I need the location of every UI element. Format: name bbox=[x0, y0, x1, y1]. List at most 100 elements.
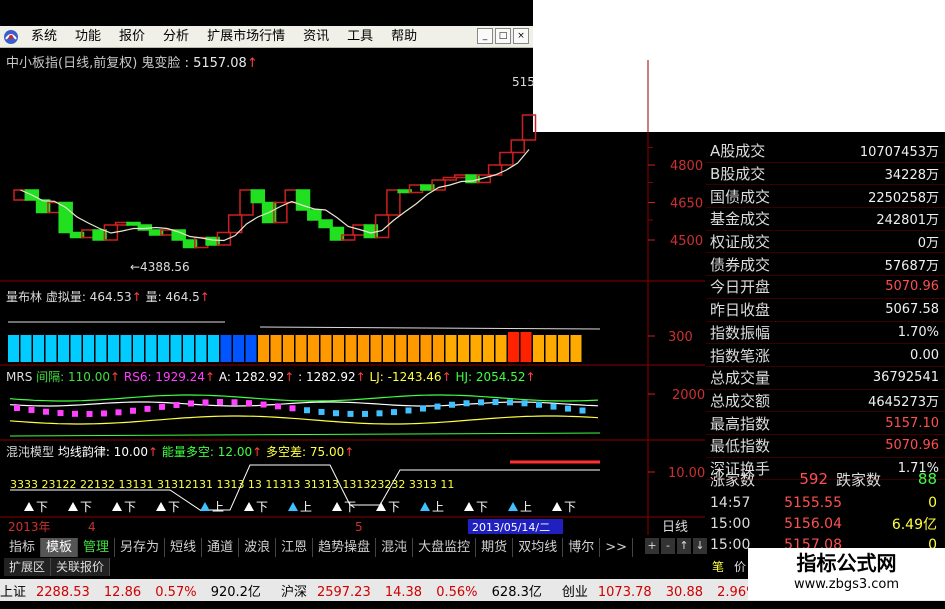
stat-row: 国债成交 2250258万 bbox=[706, 185, 945, 209]
volume-bar bbox=[133, 335, 144, 362]
mrs-dot bbox=[318, 408, 325, 415]
star-icon bbox=[332, 502, 342, 511]
indicator-name: 混沌模型 bbox=[6, 445, 58, 459]
mrs-dot bbox=[72, 410, 78, 417]
chaos-digits: 3333 23122 22132 13131 31312131 1313 13 … bbox=[10, 478, 454, 491]
stat-row: A股成交 10707453万 bbox=[706, 140, 945, 163]
volume-bar bbox=[295, 335, 307, 362]
volume-bar bbox=[183, 335, 194, 362]
volume-bar bbox=[45, 335, 57, 362]
mrs-dot bbox=[362, 410, 368, 417]
time-axis-label: 5 bbox=[355, 520, 363, 534]
tab-0[interactable]: 指标 bbox=[4, 538, 42, 557]
volume-bar bbox=[458, 335, 469, 362]
up-arrow-icon: ↑ bbox=[284, 370, 295, 384]
trade-volume: 6.49亿 bbox=[891, 517, 937, 533]
mrs-dot bbox=[43, 408, 49, 415]
mrs-dot bbox=[231, 399, 238, 406]
star-icon bbox=[376, 502, 386, 511]
tab-1[interactable]: 模板 bbox=[41, 538, 79, 557]
tab-9[interactable]: 混沌 bbox=[376, 538, 414, 557]
price-tab-label[interactable]: 价 bbox=[734, 558, 746, 575]
mrs-dot bbox=[434, 403, 441, 410]
volume-bar bbox=[495, 335, 507, 362]
chaos-mark: 下 bbox=[388, 500, 400, 514]
volume-bar bbox=[420, 335, 432, 362]
volume-bar bbox=[95, 335, 107, 362]
subtab-0[interactable]: 扩展区 bbox=[4, 558, 52, 576]
mrs-dot bbox=[521, 400, 528, 407]
index-quote-0[interactable]: 上证 2288.53 12.86 0.57% 920.2亿 bbox=[0, 581, 271, 600]
volume-bar bbox=[483, 335, 494, 362]
tab-8[interactable]: 趋势操盘 bbox=[313, 538, 377, 557]
nav-button-0[interactable]: + bbox=[645, 538, 659, 554]
tab-11[interactable]: 期货 bbox=[476, 538, 514, 557]
ind2-axis-label: 2000 bbox=[672, 388, 705, 403]
volume-bar bbox=[58, 335, 69, 362]
stat-label: 昨日收盘 bbox=[710, 301, 771, 320]
stat-value: 5070.96 bbox=[885, 438, 939, 454]
indicator-item-2: A: 1282.92 bbox=[215, 370, 285, 384]
volume-bar bbox=[195, 335, 207, 362]
stat-label: 指数笔涨 bbox=[710, 346, 771, 365]
star-icon bbox=[24, 502, 34, 511]
mrs-dot bbox=[507, 399, 513, 406]
tab-12[interactable]: 双均线 bbox=[513, 538, 564, 557]
stat-row: 最低指数 5070.96 bbox=[706, 435, 945, 458]
up-arrow-icon: ↑ bbox=[355, 370, 366, 384]
tab-14[interactable]: >> bbox=[600, 538, 634, 557]
candle bbox=[499, 151, 514, 166]
indicator-item-4: LJ: -1243.46 bbox=[365, 370, 442, 384]
volume-bar bbox=[520, 332, 532, 362]
period-label[interactable]: 日线 bbox=[662, 520, 688, 535]
advance-decline-row: 涨家数 592 跌家数 88 bbox=[706, 468, 945, 490]
tick-tab-label[interactable]: 笔 bbox=[712, 558, 724, 575]
volume-bar bbox=[233, 335, 244, 362]
up-arrow-icon: ↑ bbox=[441, 370, 452, 384]
index-quote-1[interactable]: 沪深 2597.23 14.38 0.56% 628.3亿 bbox=[281, 581, 552, 600]
stat-value: 5070.96 bbox=[885, 279, 939, 295]
mrs-dot bbox=[536, 401, 542, 408]
watermark-title: 指标公式网 bbox=[796, 551, 897, 575]
candle bbox=[318, 219, 333, 229]
volume-bar bbox=[245, 335, 257, 362]
index-pct: 0.56% bbox=[432, 584, 478, 600]
star-icon bbox=[552, 502, 562, 511]
tab-3[interactable]: 另存为 bbox=[115, 538, 166, 557]
mrs-dot bbox=[579, 407, 586, 414]
market-stats-panel: A股成交 10707453万 B股成交 34228万 国债成交 2250258万 基金成交 2… bbox=[706, 140, 945, 481]
tab-10[interactable]: 大盘监控 bbox=[413, 538, 477, 557]
up-arrow-icon: ↑ bbox=[109, 370, 121, 384]
indicator-item-3: : 1282.92 bbox=[294, 370, 356, 384]
chaos-mark: 上 bbox=[300, 500, 312, 514]
tab-7[interactable]: 江恩 bbox=[276, 538, 314, 557]
mrs-dot bbox=[14, 405, 20, 411]
trading-window: 系统 功能 报价 分析 扩展市场行情 资讯 工具 帮助 _ □ × 中小板指(日线,前复权) … bbox=[0, 0, 945, 609]
mrs-dot bbox=[217, 399, 223, 406]
volume-bar bbox=[120, 335, 132, 362]
volume-bar bbox=[283, 335, 294, 362]
mrs-baseline bbox=[9, 432, 601, 437]
nav-button-3[interactable]: ↓ bbox=[693, 538, 707, 554]
nav-button-1[interactable]: - bbox=[661, 538, 675, 554]
tab-4[interactable]: 短线 bbox=[165, 538, 203, 557]
subtab-1[interactable]: 关联报价 bbox=[51, 558, 111, 576]
tab-2[interactable]: 管理 bbox=[78, 538, 116, 557]
watermark: 指标公式网 www.zbgs3.com bbox=[748, 548, 945, 600]
indicator-tabs: 指标 模板 管理 另存为 短线 通道 波浪 江恩 趋势操盘 混沌 大盘监控 期货 双均线 博尔 >> bbox=[4, 538, 634, 557]
volume-bar bbox=[433, 335, 444, 362]
indicator-item-5: HJ: 2054.52 bbox=[451, 370, 526, 384]
mrs-dot bbox=[115, 409, 122, 416]
star-icon bbox=[112, 502, 122, 511]
indicator-item-0: 间隔: 110.00 bbox=[36, 370, 110, 384]
stat-value: 0万 bbox=[917, 236, 939, 252]
candle bbox=[307, 209, 322, 221]
mrs-dot bbox=[565, 405, 571, 412]
nav-button-2[interactable]: ↑ bbox=[677, 538, 691, 554]
tab-5[interactable]: 通道 bbox=[202, 538, 240, 557]
up-arrow-icon: ↑ bbox=[525, 370, 536, 384]
chaos-mark: 下 bbox=[168, 500, 180, 514]
tab-6[interactable]: 波浪 bbox=[239, 538, 277, 557]
tab-13[interactable]: 博尔 bbox=[563, 538, 601, 557]
stat-row: 最高指数 5157.10 bbox=[706, 412, 945, 435]
